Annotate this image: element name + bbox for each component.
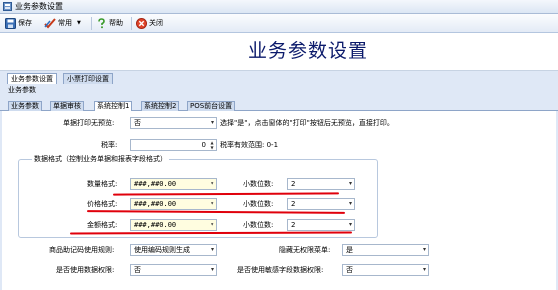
inner-tabbar: 业务参数 单据审核 系统控制1 系统控制2 POS前台设置 bbox=[0, 100, 558, 112]
price-decimals-label: 小数位数: bbox=[243, 200, 274, 208]
amount-decimals-label: 小数位数: bbox=[243, 221, 274, 229]
chevron-down-icon: ▾ bbox=[210, 246, 214, 253]
tab-receipt-print[interactable]: 小票打印设置 bbox=[63, 73, 113, 84]
print-preview-select[interactable]: 否 ▾ bbox=[130, 117, 217, 129]
print-preview-label: 单据打印无预览: bbox=[63, 119, 115, 127]
amount-format-select[interactable]: ###,##0.00 ▾ bbox=[130, 219, 217, 231]
amount-decimals-select[interactable]: 2 ▾ bbox=[287, 219, 355, 231]
price-format-select[interactable]: ###,##0.00 ▾ bbox=[130, 198, 217, 210]
sensitive-permission-select[interactable]: 否 ▾ bbox=[342, 264, 429, 276]
amount-format-label: 金额格式: bbox=[87, 221, 118, 229]
chevron-down-icon: ▾ bbox=[210, 180, 214, 187]
quantity-format-select[interactable]: ###,##0.00 ▾ bbox=[130, 178, 217, 190]
quantity-decimals-select[interactable]: 2 ▾ bbox=[287, 178, 355, 190]
tab-pos-settings[interactable]: POS前台设置 bbox=[187, 101, 236, 111]
window-titlebar: 业务参数设置 bbox=[0, 0, 558, 14]
tab-business-params[interactable]: 业务参数设置 bbox=[7, 73, 57, 84]
tab-doc-audit[interactable]: 单据审核 bbox=[50, 101, 84, 111]
tax-rate-input[interactable]: 0 ▲ ▼ bbox=[130, 139, 217, 151]
tab-system-control-2[interactable]: 系统控制2 bbox=[141, 101, 180, 111]
chevron-down-icon: ▾ bbox=[210, 200, 214, 207]
toolbar-divider bbox=[131, 17, 132, 30]
help-button[interactable]: 帮助 bbox=[96, 17, 128, 30]
spinner-icon[interactable]: ▲ ▼ bbox=[209, 140, 215, 150]
print-preview-hint: 选择"是"，点击窗体的"打印"按钮后无预览，直接打印。 bbox=[220, 119, 394, 127]
save-button[interactable]: 保存 bbox=[5, 17, 39, 30]
window-title: 业务参数设置 bbox=[15, 2, 63, 11]
save-icon bbox=[5, 18, 16, 29]
page-header: 业务参数设置 bbox=[0, 33, 558, 71]
chevron-down-icon: ▾ bbox=[348, 200, 352, 207]
tax-rate-hint: 税率有效范围: 0-1 bbox=[220, 141, 279, 149]
section-title: 业务参数 bbox=[8, 86, 36, 94]
hide-unauth-menu-select[interactable]: 是 ▾ bbox=[342, 244, 429, 256]
mnemonic-rule-label: 商品助记码使用规则: bbox=[49, 246, 115, 254]
hide-unauth-menu-label: 隐藏无权限菜单: bbox=[279, 246, 331, 254]
data-permission-select[interactable]: 否 ▾ bbox=[130, 264, 217, 276]
tab-business-params-sub[interactable]: 业务参数 bbox=[8, 101, 42, 111]
chevron-down-icon: ▾ bbox=[348, 221, 352, 228]
chevron-down-icon: ▾ bbox=[422, 246, 426, 253]
quantity-format-label: 数量格式: bbox=[87, 180, 118, 188]
app-icon bbox=[3, 2, 12, 11]
toolbar-divider bbox=[91, 17, 92, 30]
chevron-down-icon: ▾ bbox=[422, 266, 426, 273]
chevron-down-icon: ▾ bbox=[348, 180, 352, 187]
chevron-down-icon: ▾ bbox=[210, 266, 214, 273]
mnemonic-rule-select[interactable]: 使用编码规则生成 ▾ bbox=[130, 244, 217, 256]
toolbar: 保存 常用 ▼ 帮助 关闭 bbox=[0, 14, 558, 33]
tax-rate-label: 税率: bbox=[101, 141, 118, 149]
chevron-down-icon: ▾ bbox=[210, 221, 214, 228]
close-icon bbox=[136, 18, 147, 29]
sensitive-permission-label: 是否使用敏感字段数据权限: bbox=[237, 266, 324, 274]
price-decimals-select[interactable]: 2 ▾ bbox=[287, 198, 355, 210]
data-format-group-title: 数据格式（控制业务单据和报表字段格式） bbox=[32, 155, 169, 164]
close-button[interactable]: 关闭 bbox=[136, 17, 168, 30]
common-menu-button[interactable]: 常用 ▼ bbox=[44, 17, 88, 30]
chevron-down-icon: ▾ bbox=[210, 119, 214, 126]
help-icon bbox=[98, 18, 105, 29]
chevron-down-icon: ▼ bbox=[77, 20, 81, 26]
outer-tabbar: 业务参数设置 小票打印设置 bbox=[0, 72, 558, 84]
data-permission-label: 是否使用数据权限: bbox=[56, 266, 115, 274]
check-icon bbox=[44, 18, 56, 29]
price-format-label: 价格格式: bbox=[87, 200, 118, 208]
quantity-decimals-label: 小数位数: bbox=[243, 180, 274, 188]
page-title: 业务参数设置 bbox=[248, 40, 369, 62]
